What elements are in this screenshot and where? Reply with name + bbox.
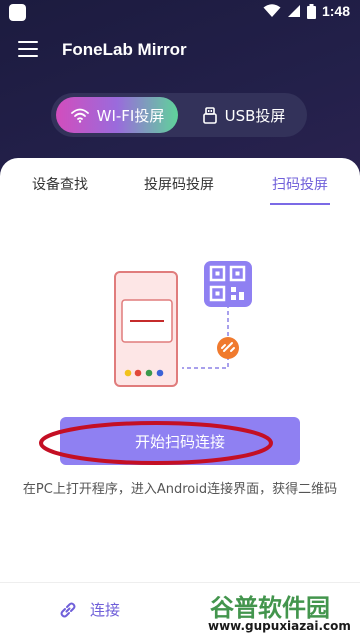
scan-instruction: 在PC上打开程序，进入Android连接界面，获得二维码 <box>22 482 338 497</box>
phone-illustration <box>114 271 178 387</box>
wifi-mirror-option[interactable]: WI-FI投屏 <box>56 97 178 133</box>
app-bar: FoneLab Mirror <box>0 30 360 70</box>
wifi-icon <box>70 108 89 123</box>
bottom-bar: 连接 <box>0 582 360 640</box>
status-time: 1:48 <box>321 3 350 19</box>
mode-switch: WI-FI投屏 USB投屏 <box>51 93 307 137</box>
start-scan-button[interactable]: 开始扫码连接 <box>60 417 300 465</box>
connect-button[interactable]: 连接 <box>58 599 120 620</box>
hamburger-icon[interactable] <box>18 41 38 57</box>
wifi-signal-icon <box>263 4 281 17</box>
usb-mirror-label: USB投屏 <box>224 106 286 125</box>
status-right: 1:48 <box>263 3 350 19</box>
notification-app-icon <box>9 4 26 21</box>
usb-mirror-option[interactable]: USB投屏 <box>186 97 302 133</box>
app-title: FoneLab Mirror <box>62 40 187 59</box>
status-bar: 1:48 <box>0 0 360 26</box>
wifi-mirror-label: WI-FI投屏 <box>96 106 165 125</box>
scan-illustration <box>114 261 252 387</box>
link-badge-icon <box>217 337 239 359</box>
link-icon <box>60 602 76 617</box>
qr-code-icon <box>204 261 252 307</box>
content-card: 设备查找 投屏码投屏 扫码投屏 开始扫码连接 在PC上打开程序，进入Androi… <box>0 158 360 640</box>
cell-signal-icon <box>287 5 300 17</box>
battery-icon <box>306 3 316 19</box>
usb-icon <box>202 106 217 124</box>
connect-label: 连接 <box>90 601 121 619</box>
